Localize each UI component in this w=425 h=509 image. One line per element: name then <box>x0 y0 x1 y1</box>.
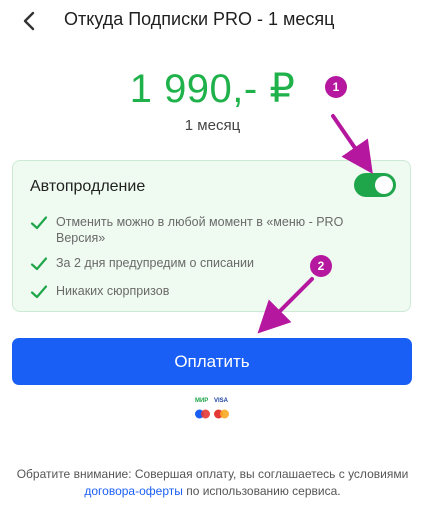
pay-button[interactable]: Оплатить <box>12 338 412 385</box>
feature-text: За 2 дня предупредим о списании <box>56 256 255 270</box>
offer-agreement-link[interactable]: договора-оферты <box>84 484 182 498</box>
back-button[interactable] <box>14 6 44 36</box>
page-title: Откуда Подписки PRO - 1 месяц <box>64 9 335 29</box>
maestro-icon <box>195 409 210 419</box>
terms-notice: Обратите внимание: Совершая оплату, вы с… <box>16 467 409 498</box>
autorenew-panel: Автопродление Отменить можно в любой мом… <box>12 160 411 312</box>
feature-item: Никаких сюрпризов <box>30 283 169 301</box>
autorenew-label: Автопродление <box>30 178 146 195</box>
toggle-knob <box>375 176 393 194</box>
payment-logos: МИР VISA <box>194 398 230 420</box>
check-icon <box>30 285 48 299</box>
check-icon <box>30 216 48 230</box>
period: 1 месяц <box>184 117 241 134</box>
feature-text: Никаких сюрпризов <box>56 284 170 298</box>
header: Откуда Подписки PRO - 1 месяц <box>0 0 425 42</box>
feature-item: Отменить можно в любой момент в «меню - … <box>30 214 343 246</box>
autorenew-toggle[interactable] <box>354 173 396 197</box>
mastercard-icon <box>214 409 229 419</box>
feature-text: Отменить можно в любой момент в «меню - … <box>56 215 344 245</box>
chevron-left-icon <box>23 11 35 31</box>
annotation-badge-2: 2 <box>310 255 332 277</box>
check-icon <box>30 257 48 271</box>
price: 1 990,- ₽ <box>129 67 296 111</box>
annotation-badge-1: 1 <box>325 76 347 98</box>
visa-logo: VISA <box>214 398 229 404</box>
feature-item: За 2 дня предупредим о списании <box>30 255 254 273</box>
mir-logo: МИР <box>195 398 209 404</box>
